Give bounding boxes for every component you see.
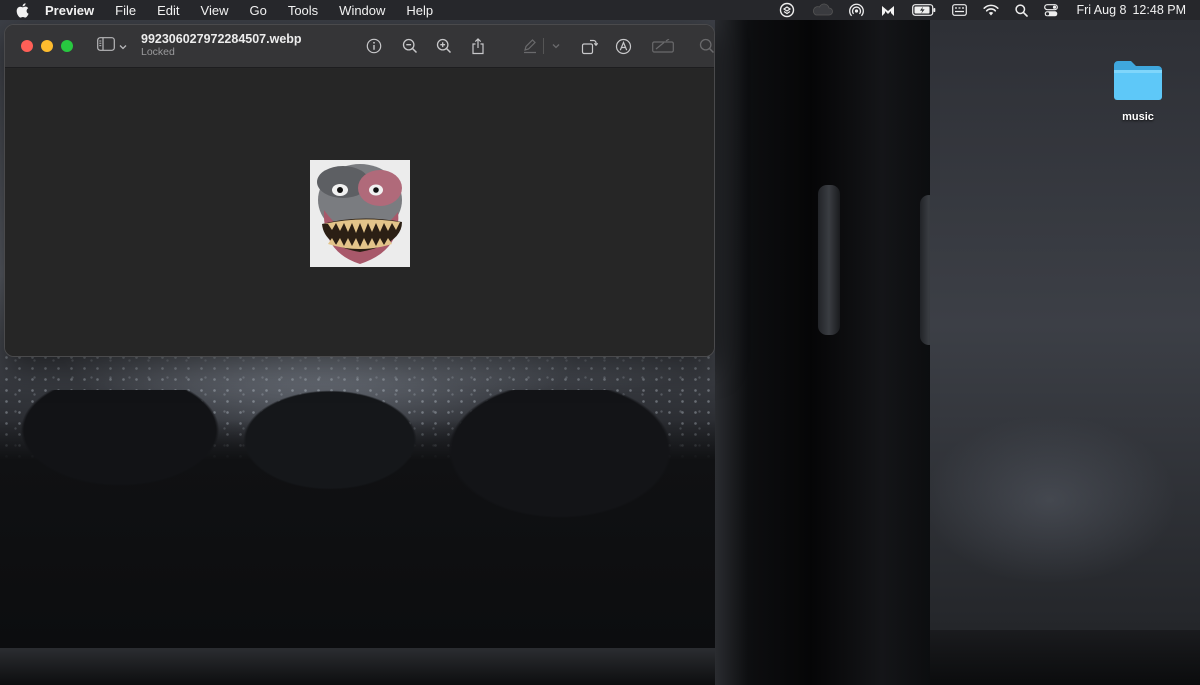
malwarebytes-icon[interactable] <box>880 3 896 17</box>
keyboard-input-icon[interactable] <box>952 4 968 16</box>
sidebar-toggle-button[interactable] <box>97 35 127 57</box>
menu-bar-clock[interactable]: Fri Aug 8 12:48 PM <box>1076 3 1186 17</box>
menu-app-name[interactable]: Preview <box>45 3 94 18</box>
toolbar-separator <box>543 38 544 54</box>
menu-bar-left: Preview File Edit View Go Tools Window H… <box>16 0 454 20</box>
wifi-icon[interactable] <box>983 4 1000 16</box>
chevron-down-icon <box>119 37 127 55</box>
cloud-icon[interactable] <box>811 3 834 17</box>
sidebar-icon <box>97 36 115 56</box>
window-toolbar <box>363 35 714 57</box>
zoom-out-icon[interactable] <box>399 35 421 57</box>
document-canvas[interactable] <box>5 69 714 356</box>
info-icon[interactable] <box>363 35 385 57</box>
share-icon[interactable] <box>467 35 489 57</box>
folder-label: music <box>1122 111 1154 123</box>
image-thumbnail-icon[interactable] <box>310 160 410 267</box>
document-title[interactable]: 992306027972284507.webp <box>141 33 302 47</box>
wallpaper-trees <box>0 390 760 685</box>
menu-view[interactable]: View <box>201 3 229 18</box>
menu-edit[interactable]: Edit <box>157 3 179 18</box>
menu-help[interactable]: Help <box>406 3 433 18</box>
rotate-icon[interactable] <box>578 35 600 57</box>
highlight-menu-chevron-icon[interactable] <box>550 35 562 57</box>
wallpaper-window-sill <box>0 648 810 685</box>
clock-date: Fri Aug 8 <box>1076 3 1127 17</box>
menu-file[interactable]: File <box>115 3 136 18</box>
window-titlebar[interactable]: 992306027972284507.webp Locked <box>5 25 714 68</box>
fullscreen-button[interactable] <box>61 40 73 52</box>
traffic-lights <box>21 40 81 52</box>
apple-menu-icon[interactable] <box>16 2 29 18</box>
folder-icon <box>1112 61 1164 106</box>
markup-icon[interactable] <box>612 35 634 57</box>
dropbox-icon[interactable] <box>779 2 795 18</box>
document-status: Locked <box>141 46 175 59</box>
wallpaper-handle-left <box>818 185 840 335</box>
clock-time: 12:48 PM <box>1132 3 1186 17</box>
document-title-block: 992306027972284507.webp Locked <box>141 33 302 58</box>
menu-window[interactable]: Window <box>339 3 385 18</box>
zoom-in-icon[interactable] <box>433 35 455 57</box>
wallpaper-window-frame <box>715 20 810 685</box>
wallpaper-right-frame <box>930 630 1200 685</box>
menu-bar-status: Fri Aug 8 12:48 PM <box>763 0 1186 20</box>
desktop-folder-music[interactable]: music <box>1105 58 1171 123</box>
airdrop-icon[interactable] <box>849 3 865 18</box>
highlight-pen-icon[interactable] <box>519 35 541 57</box>
menu-go[interactable]: Go <box>249 3 266 18</box>
control-center-icon[interactable] <box>1044 3 1059 17</box>
search-icon[interactable] <box>696 35 714 57</box>
menu-bar: Preview File Edit View Go Tools Window H… <box>0 0 1200 20</box>
close-button[interactable] <box>21 40 33 52</box>
edit-form-icon[interactable] <box>650 35 676 57</box>
spotlight-search-icon[interactable] <box>1015 3 1029 17</box>
preview-window[interactable]: 992306027972284507.webp Locked <box>4 24 715 357</box>
wallpaper-window-frame-center <box>810 20 938 685</box>
minimize-button[interactable] <box>41 40 53 52</box>
menu-tools[interactable]: Tools <box>288 3 318 18</box>
battery-icon[interactable] <box>912 4 936 16</box>
